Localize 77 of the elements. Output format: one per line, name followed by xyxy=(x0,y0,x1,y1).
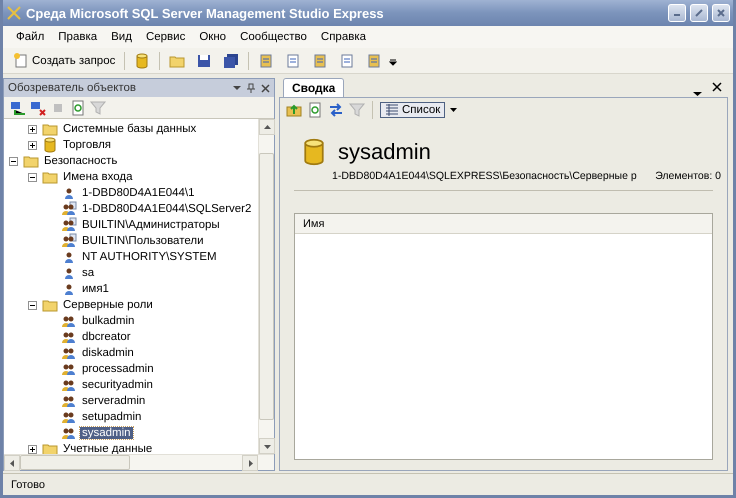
tree-item[interactable]: sa xyxy=(80,267,96,279)
save-icon xyxy=(196,52,212,68)
document-icon xyxy=(258,52,274,68)
tree-item[interactable]: Имена входа xyxy=(61,171,134,183)
tree-item[interactable]: diskadmin xyxy=(80,347,136,359)
tree-item[interactable]: securityadmin xyxy=(80,379,155,391)
object-title: sysadmin xyxy=(338,139,431,165)
tree-item[interactable]: Учетные данные xyxy=(61,443,154,454)
refresh-icon xyxy=(70,100,86,116)
tree-item[interactable]: имя1 xyxy=(80,283,111,295)
item-count: Элементов: 0 xyxy=(655,170,721,182)
sync-icon xyxy=(328,102,344,118)
group-icon xyxy=(61,217,77,233)
menu-item[interactable]: Сервис xyxy=(138,29,192,45)
maximize-icon xyxy=(695,9,703,17)
status-text: Готово xyxy=(11,478,45,490)
menu-item[interactable]: Файл xyxy=(9,29,52,45)
new-query-button[interactable]: Создать запрос xyxy=(9,50,120,72)
new-document-icon xyxy=(13,52,29,68)
filter-icon xyxy=(90,100,106,116)
dropdown-icon[interactable] xyxy=(450,108,458,112)
menu-item[interactable]: Вид xyxy=(104,29,139,45)
expander-icon[interactable] xyxy=(28,444,37,454)
group-icon xyxy=(61,201,77,217)
dropdown-icon[interactable] xyxy=(693,91,702,97)
close-icon[interactable] xyxy=(712,82,722,92)
tree-item[interactable]: NT AUTHORITY\SYSTEM xyxy=(80,251,219,263)
tree-item[interactable]: 1-DBD80D4A1E044\SQLServer2 xyxy=(80,203,254,215)
tree-item[interactable]: Системные базы данных xyxy=(61,123,198,135)
minimize-button[interactable] xyxy=(668,4,686,22)
tree-item[interactable]: dbcreator xyxy=(80,331,133,343)
object-path: 1-DBD80D4A1E044\SQLEXPRESS\Безопасность\Серверные р xyxy=(332,170,637,182)
tree-item[interactable]: Безопасность xyxy=(42,155,120,167)
expander-icon[interactable] xyxy=(28,172,37,182)
pin-icon[interactable] xyxy=(247,83,255,93)
tree-item[interactable]: serveradmin xyxy=(80,395,148,407)
vertical-scrollbar[interactable] xyxy=(258,119,274,454)
expander-icon[interactable] xyxy=(28,124,37,134)
menu-item[interactable]: Правка xyxy=(51,29,104,45)
tree-item[interactable]: processadmin xyxy=(80,363,156,375)
group-icon xyxy=(61,233,77,249)
expander-icon[interactable] xyxy=(28,140,37,150)
dropdown-icon[interactable] xyxy=(233,85,241,91)
disconnect-icon xyxy=(30,100,46,116)
expander-icon[interactable] xyxy=(28,300,37,310)
filter-icon xyxy=(349,102,365,118)
tree-item[interactable]: Серверные роли xyxy=(61,299,155,311)
panel-title: Обозреватель объектов xyxy=(8,82,138,94)
arrow-icon xyxy=(264,124,270,130)
menu-item[interactable]: Окно xyxy=(192,29,234,45)
connect-icon xyxy=(10,100,26,116)
tree-item[interactable]: 1-DBD80D4A1E044\1 xyxy=(80,187,197,199)
tree-item[interactable]: Торговля xyxy=(61,139,114,151)
save-all-icon xyxy=(223,52,240,68)
view-button[interactable]: Список xyxy=(380,102,446,118)
refresh-icon xyxy=(307,102,323,118)
arrow-icon xyxy=(264,442,270,450)
tree-item[interactable]: BUILTIN\Пользователи xyxy=(80,235,206,247)
window-title: Среда Microsoft SQL Server Management Studio Express xyxy=(26,6,385,20)
arrow-icon xyxy=(246,460,254,466)
close-icon[interactable] xyxy=(261,84,270,92)
tree-item[interactable]: setupadmin xyxy=(80,411,144,423)
close-icon xyxy=(717,9,725,17)
close-button[interactable] xyxy=(712,4,730,22)
folder-up-icon xyxy=(286,102,302,118)
column-header[interactable]: Имя xyxy=(295,214,712,234)
maximize-button[interactable] xyxy=(690,4,708,22)
menu-item[interactable]: Справка xyxy=(314,29,374,45)
tree-item[interactable]: sysadmin xyxy=(80,427,133,439)
arrow-icon xyxy=(8,460,16,466)
tree-item[interactable]: bulkadmin xyxy=(80,315,136,327)
horizontal-scrollbar[interactable] xyxy=(4,454,274,470)
menu-item[interactable]: Сообщество xyxy=(233,29,314,45)
tree-item[interactable]: BUILTIN\Администраторы xyxy=(80,219,222,231)
tab[interactable]: Сводка xyxy=(283,78,344,97)
app-icon xyxy=(6,5,22,21)
expander-icon[interactable] xyxy=(9,156,18,166)
